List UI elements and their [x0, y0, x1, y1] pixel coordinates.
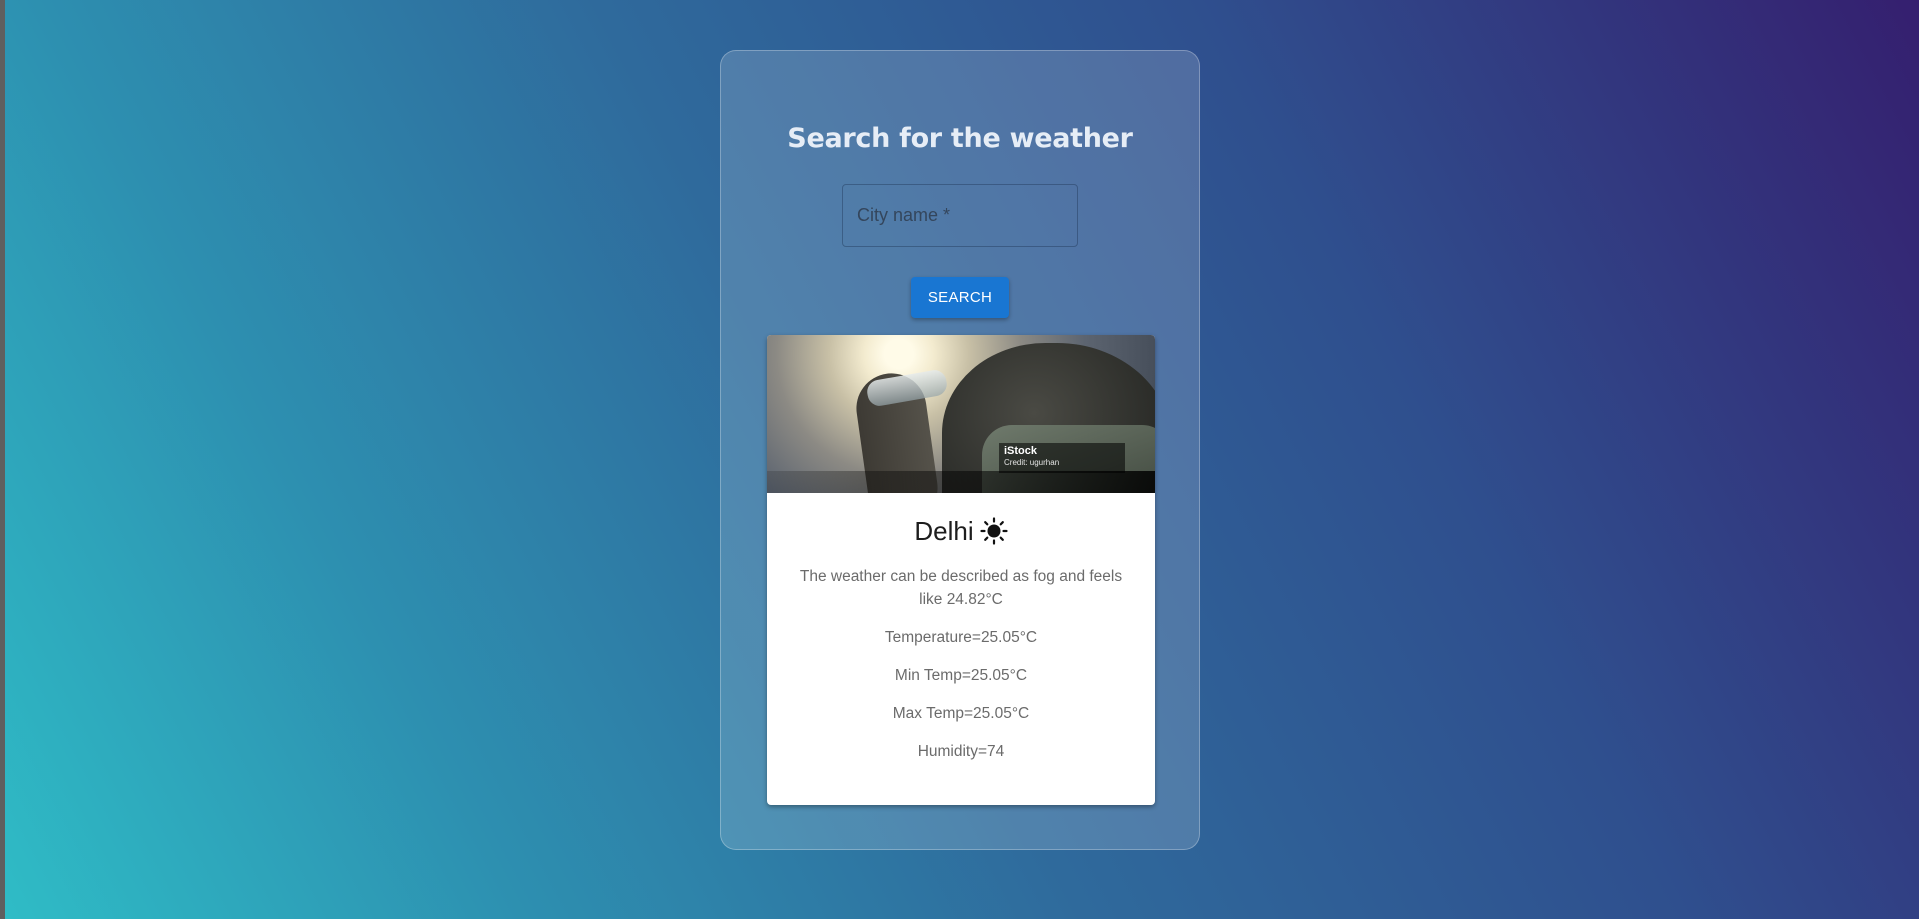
temperature: Temperature=25.05°C	[884, 629, 1038, 646]
city-name: Delhi	[914, 516, 974, 546]
image-credit-text: Credit: ugurhan	[1004, 458, 1060, 467]
istock-logo: iStock	[1004, 445, 1038, 457]
weather-details: Delhi The weather can be described as fo…	[767, 493, 1155, 763]
image-credit-strip	[767, 471, 1155, 493]
image-credit: iStock Credit: ugurhan	[999, 443, 1125, 473]
max-temp: Max Temp=25.05°C	[892, 705, 1030, 722]
weather-card: iStock Credit: ugurhan Delhi The weather…	[767, 335, 1155, 805]
page-title: Search for the weather	[787, 123, 1133, 154]
min-temp: Min Temp=25.05°C	[894, 667, 1028, 684]
city-heading: Delhi	[783, 513, 1139, 549]
search-button[interactable]: SEARCH	[911, 277, 1009, 318]
city-name-field[interactable]	[842, 184, 1078, 247]
weather-description: The weather can be described as fog and …	[799, 568, 1123, 608]
search-panel: Search for the weather SEARCH iStock Cre…	[720, 50, 1200, 850]
humidity: Humidity=74	[917, 743, 1005, 760]
weather-image: iStock Credit: ugurhan	[767, 335, 1155, 493]
sun-icon	[980, 517, 1008, 545]
city-name-input[interactable]	[843, 185, 1077, 246]
